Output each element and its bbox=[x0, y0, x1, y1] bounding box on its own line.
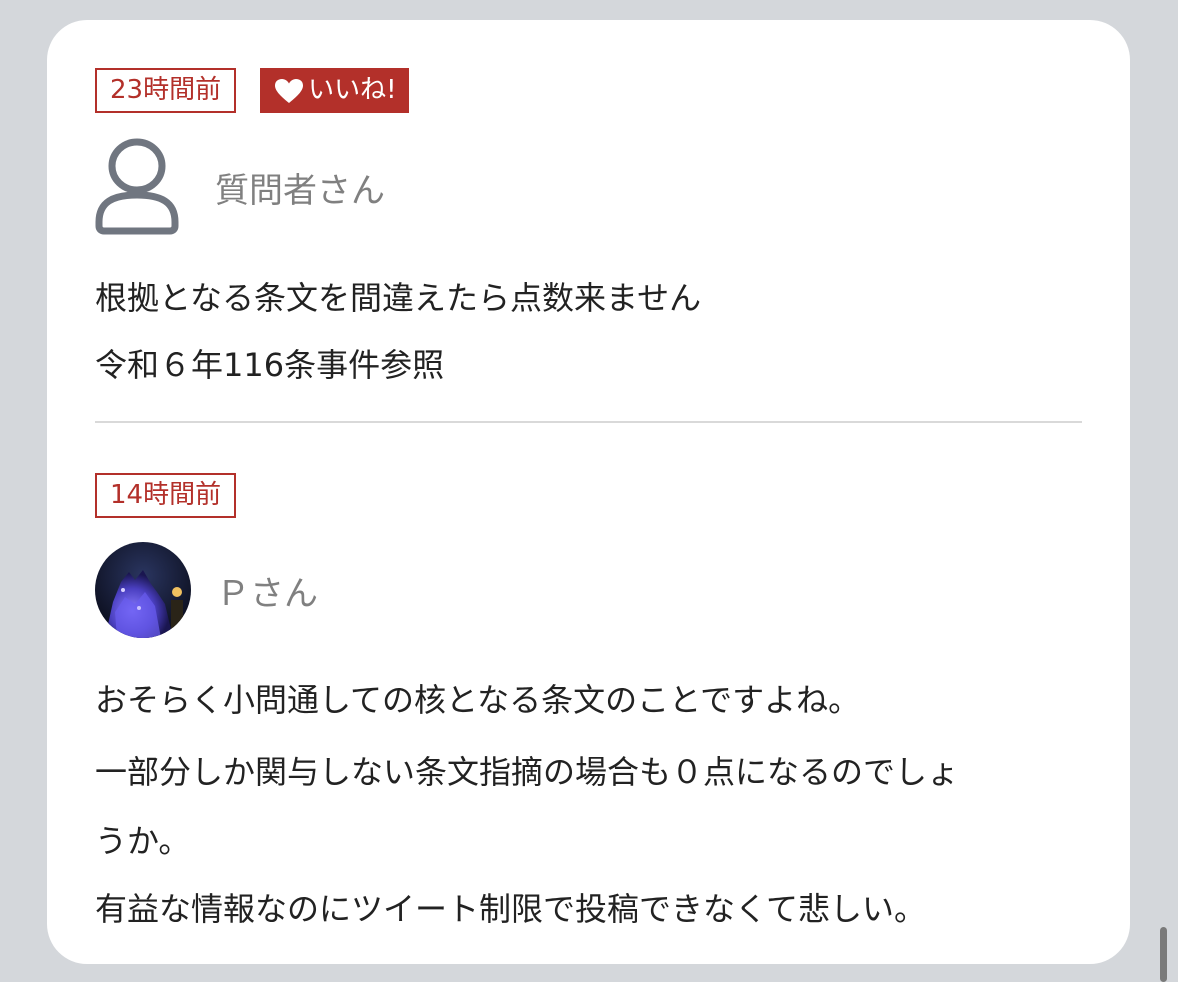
post-2-username: Ｐさん bbox=[216, 573, 318, 614]
comment-card: 23時間前 いいね! 質問者さん 根拠となる条文を間違えたら点数来ません 令和６… bbox=[47, 20, 1130, 964]
post-2-timestamp: 14時間前 bbox=[95, 473, 237, 518]
post-1-username: 質問者さん bbox=[215, 170, 385, 211]
post-1-line-1: 根拠となる条文を間違えたら点数来ません bbox=[95, 279, 702, 317]
post-1-tags: 23時間前 いいね! bbox=[95, 68, 409, 113]
user-outline-icon bbox=[95, 138, 179, 236]
post-2-line-4: 有益な情報なのにツイート制限で投稿できなくて悲しい。 bbox=[95, 890, 927, 928]
post-1-line-2: 令和６年116条事件参照 bbox=[95, 346, 445, 384]
post-2-user: Ｐさん bbox=[95, 542, 318, 638]
post-2-line-2: 一部分しか関与しない条文指摘の場合も０点になるのでしょ bbox=[95, 753, 960, 791]
avatar[interactable] bbox=[95, 542, 191, 638]
scrollbar[interactable] bbox=[1160, 927, 1167, 982]
post-2-tags: 14時間前 bbox=[95, 473, 237, 518]
like-button-label: いいね! bbox=[308, 75, 397, 105]
heart-icon bbox=[274, 78, 304, 104]
post-2-line-3: うか。 bbox=[95, 822, 191, 860]
post-1-user: 質問者さん bbox=[95, 138, 385, 236]
post-1-timestamp: 23時間前 bbox=[95, 68, 237, 113]
like-button[interactable]: いいね! bbox=[260, 68, 409, 113]
post-2-line-1: おそらく小問通しての核となる条文のことですよね。 bbox=[95, 681, 861, 719]
post-divider bbox=[95, 421, 1082, 423]
